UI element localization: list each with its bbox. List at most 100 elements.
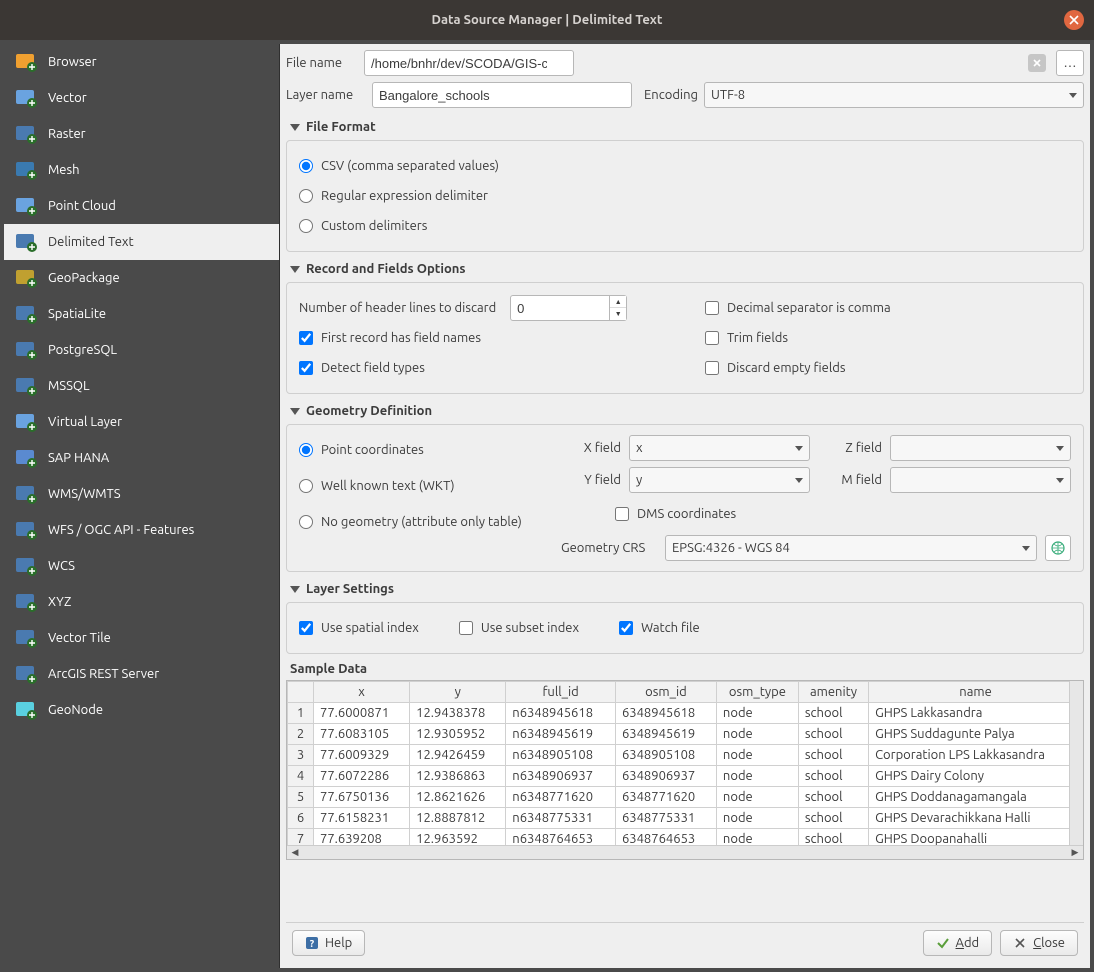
encoding-label: Encoding (644, 88, 698, 102)
table-cell: 77.6009329 (314, 745, 410, 766)
sidebar-item-virtual-layer[interactable]: Virtual Layer (4, 404, 279, 440)
z-field-select[interactable] (890, 435, 1071, 461)
table-row[interactable]: 677.615823112.8887812n634877533163487753… (288, 808, 1083, 829)
bottom-bar: ? Help Add Close (286, 922, 1084, 962)
table-row[interactable]: 377.600932912.9426459n634890510863489051… (288, 745, 1083, 766)
add-button[interactable]: Add (923, 930, 993, 956)
radio-regex[interactable] (299, 189, 313, 203)
encoding-select[interactable]: UTF-8 (704, 82, 1084, 108)
triangle-down-icon (290, 586, 300, 593)
section-file-format-header[interactable]: File Format (286, 114, 1084, 140)
file-name-input[interactable] (364, 50, 574, 76)
table-cell: 12.9438378 (410, 703, 506, 724)
file-name-label: File name (286, 56, 358, 70)
crs-select[interactable]: EPSG:4326 - WGS 84 (665, 535, 1037, 561)
table-row[interactable]: 477.607228612.9386863n634890693763489069… (288, 766, 1083, 787)
section-geometry-header[interactable]: Geometry Definition (286, 398, 1084, 424)
check-trim[interactable] (705, 331, 719, 345)
spinner-down[interactable]: ▼ (610, 308, 626, 320)
table-row[interactable]: 177.600087112.9438378n634894561863489456… (288, 703, 1083, 724)
check-dms-label: DMS coordinates (637, 507, 736, 521)
sidebar-item-vector-tile[interactable]: Vector Tile (4, 620, 279, 656)
sidebar-item-geonode[interactable]: GeoNode (4, 692, 279, 728)
spinner-up[interactable]: ▲ (610, 296, 626, 308)
check-dms[interactable] (615, 507, 629, 521)
table-header[interactable]: y (410, 682, 506, 703)
y-field-select[interactable]: y (629, 467, 810, 493)
sidebar-item-point-cloud[interactable]: Point Cloud (4, 188, 279, 224)
radio-point-coords[interactable] (299, 443, 313, 457)
check-subset-index[interactable] (459, 621, 473, 635)
table-cell: 12.9426459 (410, 745, 506, 766)
m-field-select[interactable] (890, 467, 1071, 493)
radio-custom[interactable] (299, 219, 313, 233)
clear-filename-icon[interactable] (1028, 54, 1046, 72)
table-header[interactable]: amenity (798, 682, 868, 703)
check-spatial-index[interactable] (299, 621, 313, 635)
table-cell: 77.6072286 (314, 766, 410, 787)
x-field-select[interactable]: x (629, 435, 810, 461)
sidebar-item-label: Delimited Text (48, 235, 134, 249)
table-header[interactable]: x (314, 682, 410, 703)
radio-csv[interactable] (299, 159, 313, 173)
check-watch-file[interactable] (619, 621, 633, 635)
table-row[interactable]: 277.608310512.9305952n634894561963489456… (288, 724, 1083, 745)
sidebar-item-delimited-text[interactable]: Delimited Text (4, 224, 279, 260)
table-cell: 12.8887812 (410, 808, 506, 829)
radio-wkt[interactable] (299, 479, 313, 493)
sidebar-item-sap-hana[interactable]: SAP HANA (4, 440, 279, 476)
table-cell: n6348945618 (506, 703, 616, 724)
table-cell: node (716, 787, 798, 808)
table-header[interactable]: name (869, 682, 1083, 703)
layer-name-input[interactable] (372, 82, 632, 108)
sidebar-item-vector[interactable]: Vector (4, 80, 279, 116)
crs-picker-button[interactable] (1045, 535, 1071, 561)
check-decimal-comma[interactable] (705, 301, 719, 315)
sidebar-item-mesh[interactable]: Mesh (4, 152, 279, 188)
browse-button[interactable]: … (1056, 50, 1084, 76)
sample-data-table[interactable]: xyfull_idosm_idosm_typeamenityname177.60… (287, 681, 1083, 850)
table-header[interactable]: osm_id (615, 682, 716, 703)
horizontal-scrollbar[interactable]: ◀ ▶ (287, 845, 1083, 859)
table-cell: node (716, 724, 798, 745)
table-header[interactable]: full_id (506, 682, 616, 703)
table-header[interactable]: osm_type (716, 682, 798, 703)
header-discard-input[interactable] (510, 295, 610, 321)
window-close-button[interactable] (1064, 10, 1084, 30)
sidebar-item-xyz[interactable]: XYZ (4, 584, 279, 620)
sidebar-item-spatialite[interactable]: SpatiaLite (4, 296, 279, 332)
encoding-value: UTF-8 (711, 88, 745, 102)
check-detect-types-label: Detect field types (321, 361, 425, 375)
raster-icon (12, 122, 40, 146)
sidebar-item-geopackage[interactable]: GeoPackage (4, 260, 279, 296)
scroll-left-icon[interactable]: ◀ (289, 847, 301, 859)
radio-nogeom-label: No geometry (attribute only table) (321, 515, 522, 529)
sidebar-item-raster[interactable]: Raster (4, 116, 279, 152)
radio-nogeom[interactable] (299, 515, 313, 529)
check-first-record[interactable] (299, 331, 313, 345)
vertical-scrollbar[interactable] (1069, 681, 1083, 845)
sidebar-item-wms-wmts[interactable]: WMS/WMTS (4, 476, 279, 512)
section-record-header[interactable]: Record and Fields Options (286, 256, 1084, 282)
chevron-down-icon (1056, 446, 1064, 451)
sidebar-item-wcs[interactable]: WCS (4, 548, 279, 584)
sidebar-item-arcgis[interactable]: ArcGIS REST Server (4, 656, 279, 692)
point-cloud-icon (12, 194, 40, 218)
table-cell: 77.6083105 (314, 724, 410, 745)
chevron-down-icon (795, 478, 803, 483)
help-button[interactable]: ? Help (292, 930, 365, 956)
section-layer-settings-header[interactable]: Layer Settings (286, 576, 1084, 602)
wfs-icon (12, 518, 40, 542)
check-detect-types[interactable] (299, 361, 313, 375)
table-cell: school (798, 766, 868, 787)
sidebar-item-browser[interactable]: Browser (4, 44, 279, 80)
table-cell: 6348775331 (615, 808, 716, 829)
close-button[interactable]: Close (1000, 930, 1078, 956)
sidebar-item-mssql[interactable]: MSSQL (4, 368, 279, 404)
scroll-right-icon[interactable]: ▶ (1069, 847, 1081, 859)
sidebar-item-wfs[interactable]: WFS / OGC API - Features (4, 512, 279, 548)
check-discard-empty[interactable] (705, 361, 719, 375)
check-spatial-index-label: Use spatial index (321, 621, 419, 635)
sidebar-item-postgresql[interactable]: PostgreSQL (4, 332, 279, 368)
table-row[interactable]: 577.675013612.8621626n634877162063487716… (288, 787, 1083, 808)
